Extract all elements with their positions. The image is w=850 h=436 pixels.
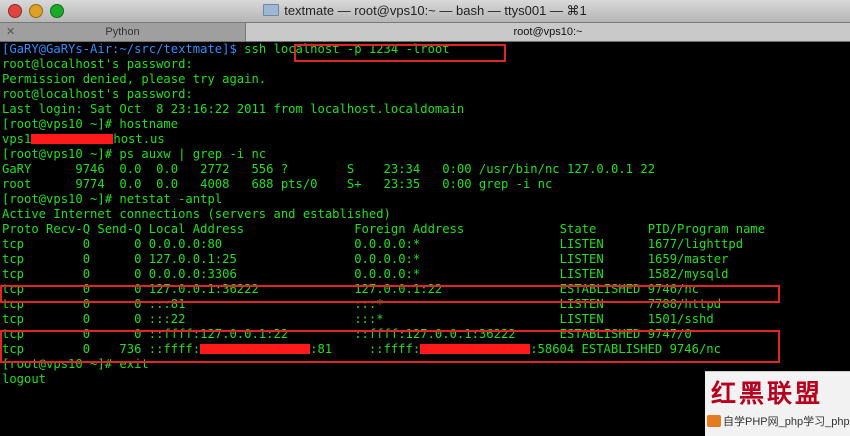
terminal-line: GaRY 9746 0.0 0.0 2772 556 ? S 23:34 0:0…	[2, 162, 656, 176]
netstat-row: tcp 0 0 127.0.0.1:25 0.0.0.0:* LISTEN 16…	[2, 252, 729, 266]
terminal-line: Permission denied, please try again.	[2, 72, 267, 86]
watermark-subtitle: 自学PHP网_php学习_php教	[707, 413, 850, 429]
watermark-title: 红黑联盟	[711, 379, 824, 408]
terminal-line: vps1 host.us	[2, 132, 848, 147]
netstat-header: Proto Recv-Q Send-Q Local Address Foreig…	[2, 222, 766, 236]
terminal-line: [root@vps10 ~]# hostname	[2, 117, 179, 131]
highlight-box-ssh-command	[294, 44, 506, 62]
shell-prompt: [GaRY@GaRYs-Air:~/src/textmate]$	[2, 42, 245, 56]
site-logo-icon	[707, 415, 721, 427]
hostname-suffix: host.us	[113, 132, 165, 146]
terminal-line: root@localhost's password:	[2, 87, 193, 101]
highlight-box-established-nc	[0, 285, 780, 303]
window-title: textmate — root@vps10:~ — bash — ttys001…	[284, 3, 587, 18]
terminal-line: [root@vps10 ~]# netstat -antpl	[2, 192, 223, 206]
watermark-subtitle-text: 自学PHP网_php学习_php教	[723, 416, 850, 428]
tab-label: root@vps10:~	[513, 26, 583, 38]
terminal-line: root 9774 0.0 0.0 4008 688 pts/0 S+ 23:3…	[2, 177, 553, 191]
tab-python[interactable]: ✕ Python	[0, 23, 246, 41]
terminal-line: Last login: Sat Oct 8 23:16:22 2011 from…	[2, 102, 465, 116]
tab-label: Python	[105, 26, 140, 38]
tab-root-vps10[interactable]: root@vps10:~	[246, 23, 850, 41]
window-title-container: textmate — root@vps10:~ — bash — ttys001…	[0, 3, 850, 19]
watermark: 红黑联盟 自学PHP网_php学习_php教	[705, 371, 850, 436]
terminal-line: Active Internet connections (servers and…	[2, 207, 391, 221]
terminal-line: [root@vps10 ~]# ps auxw | grep -i nc	[2, 147, 267, 161]
netstat-row: tcp 0 0 :::22 :::* LISTEN 1501/sshd	[2, 312, 714, 326]
hostname-prefix: vps1	[2, 132, 32, 146]
close-icon[interactable]: ✕	[6, 23, 15, 41]
window-titlebar: textmate — root@vps10:~ — bash — ttys001…	[0, 0, 850, 23]
tab-bar: ✕ Python root@vps10:~	[0, 23, 850, 42]
redaction-bar	[31, 134, 114, 144]
folder-icon	[263, 4, 280, 16]
highlight-box-ipv6-established	[0, 330, 780, 363]
netstat-row: tcp 0 0 0.0.0.0:80 0.0.0.0:* LISTEN 1677…	[2, 237, 744, 251]
netstat-row: tcp 0 0 0.0.0.0:3306 0.0.0.0:* LISTEN 15…	[2, 267, 729, 281]
